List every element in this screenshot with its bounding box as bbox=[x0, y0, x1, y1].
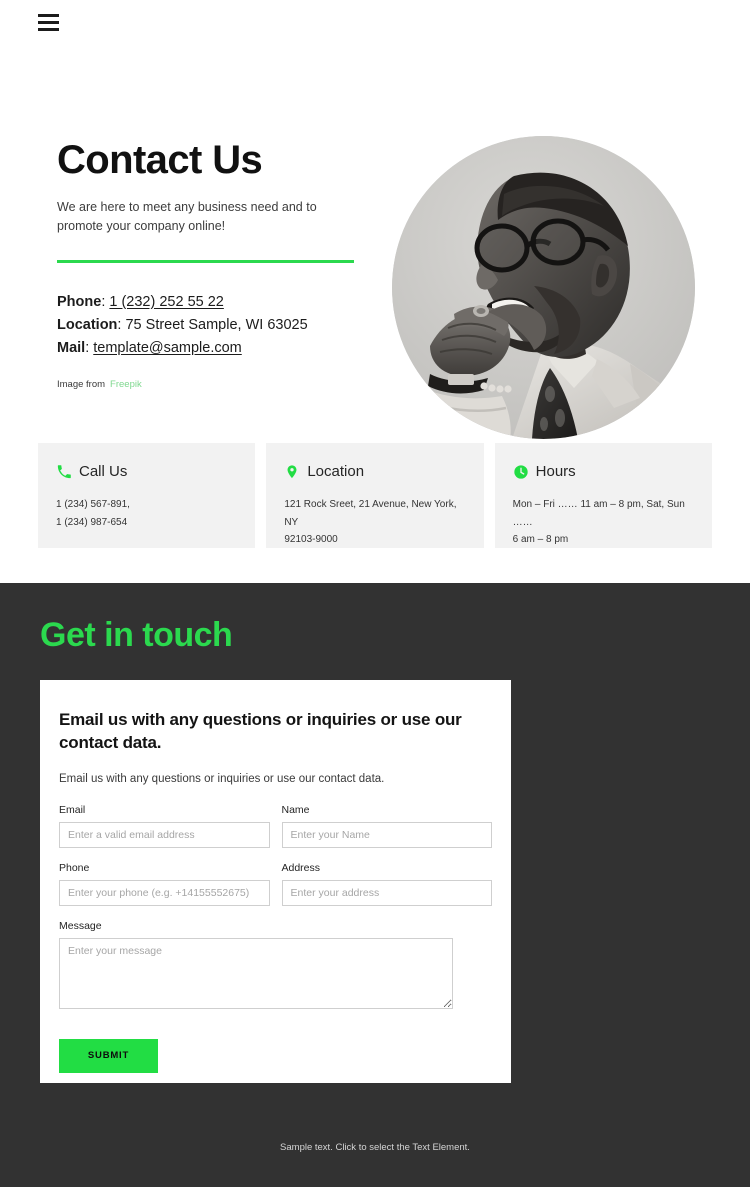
form-row-2: Phone Address bbox=[59, 862, 492, 906]
message-field[interactable] bbox=[59, 937, 453, 1009]
card-body: Mon – Fri …… 11 am – 8 pm, Sat, Sun …… 6… bbox=[513, 496, 694, 549]
card-title: Hours bbox=[535, 463, 576, 480]
contact-phone-value[interactable]: 1 (232) 252 55 22 bbox=[109, 294, 223, 310]
contact-phone-line: Phone: 1 (232) 252 55 22 bbox=[57, 291, 357, 314]
info-card-location: Location 121 Rock Sreet, 21 Avenue, New … bbox=[266, 443, 484, 549]
card-header: Hours bbox=[513, 463, 694, 480]
submit-button[interactable]: SUBMIT bbox=[59, 1038, 158, 1073]
contact-mail-line: Mail: template@sample.com bbox=[57, 337, 357, 360]
field-email: Email bbox=[59, 804, 270, 848]
form-row-1: Email Name bbox=[59, 804, 492, 848]
hamburger-bar bbox=[38, 21, 59, 24]
page-title: Contact Us bbox=[57, 138, 263, 182]
hero-subtitle: We are here to meet any business need an… bbox=[57, 200, 317, 233]
phone-label: Phone bbox=[59, 861, 90, 874]
section-title: Get in touch bbox=[40, 616, 233, 654]
card-title: Location bbox=[307, 463, 365, 480]
phone-icon bbox=[57, 464, 71, 478]
contact-form: Email us with any questions or inquiries… bbox=[40, 708, 511, 1073]
contact-location-label: Location bbox=[57, 316, 118, 333]
hamburger-menu-icon[interactable] bbox=[38, 14, 59, 31]
email-field[interactable] bbox=[59, 821, 270, 848]
top-bar bbox=[0, 0, 750, 46]
field-name: Name bbox=[281, 803, 492, 848]
map-pin-icon bbox=[287, 464, 297, 478]
form-description: Email us with any questions or inquiries… bbox=[59, 772, 385, 785]
field-address: Address bbox=[281, 861, 492, 906]
info-card-hours: Hours Mon – Fri …… 11 am – 8 pm, Sat, Su… bbox=[494, 443, 712, 549]
accent-divider bbox=[57, 259, 354, 263]
portrait-illustration bbox=[392, 136, 695, 439]
card-title: Call Us bbox=[79, 463, 128, 480]
name-field[interactable] bbox=[281, 821, 492, 848]
card-line-2: 92103-9000 bbox=[284, 534, 338, 545]
form-row-3: Message bbox=[59, 920, 492, 1009]
contact-location-value: 75 Street Sample, WI 63025 bbox=[125, 316, 308, 333]
address-label: Address bbox=[281, 861, 321, 874]
freepik-link[interactable]: Freepik bbox=[110, 379, 142, 390]
contact-mail-value[interactable]: template@sample.com bbox=[93, 340, 242, 356]
hamburger-bar bbox=[38, 28, 59, 31]
field-message: Message bbox=[59, 920, 453, 1009]
card-body: 1 (234) 567-891, 1 (234) 987-654 bbox=[56, 496, 237, 531]
card-line-2: 6 am – 8 pm bbox=[512, 534, 569, 545]
card-header: Location bbox=[284, 463, 465, 480]
contact-form-card: Email us with any questions or inquiries… bbox=[40, 680, 511, 1083]
clock-icon bbox=[513, 464, 528, 479]
card-line-1: Mon – Fri …… 11 am – 8 pm, Sat, Sun …… bbox=[512, 499, 685, 528]
info-card-call-us: Call Us 1 (234) 567-891, 1 (234) 987-654 bbox=[38, 443, 256, 548]
email-label: Email bbox=[59, 803, 86, 816]
card-line-1: 1 (234) 567-891, bbox=[56, 499, 130, 510]
hero-section: Contact Us We are here to meet any busin… bbox=[0, 46, 750, 446]
card-header: Call Us bbox=[56, 463, 237, 480]
address-field[interactable] bbox=[281, 879, 492, 906]
footer-sample-text[interactable]: Sample text. Click to select the Text El… bbox=[0, 1142, 750, 1153]
image-credit: Image from Freepik bbox=[57, 379, 357, 390]
phone-field[interactable] bbox=[59, 879, 270, 906]
image-credit-text: Image from bbox=[57, 378, 106, 390]
hamburger-bar bbox=[38, 14, 59, 17]
contact-location-line: Location: 75 Street Sample, WI 63025 bbox=[57, 314, 357, 337]
card-line-2: 1 (234) 987-654 bbox=[56, 516, 128, 528]
get-in-touch-section: Get in touch Email us with any questions… bbox=[0, 583, 750, 1187]
contact-phone-label: Phone bbox=[57, 293, 102, 310]
form-heading: Email us with any questions or inquiries… bbox=[59, 710, 462, 753]
hero-portrait-image bbox=[392, 136, 695, 439]
card-body: 121 Rock Sreet, 21 Avenue, New York, NY … bbox=[284, 496, 465, 549]
info-cards-row: Call Us 1 (234) 567-891, 1 (234) 987-654… bbox=[38, 443, 712, 548]
hero-content: Contact Us We are here to meet any busin… bbox=[57, 138, 357, 390]
field-phone: Phone bbox=[59, 862, 270, 906]
name-label: Name bbox=[281, 803, 310, 816]
contact-mail-label: Mail bbox=[57, 340, 86, 357]
message-label: Message bbox=[59, 919, 102, 932]
card-line-1: 121 Rock Sreet, 21 Avenue, New York, NY bbox=[284, 499, 457, 528]
